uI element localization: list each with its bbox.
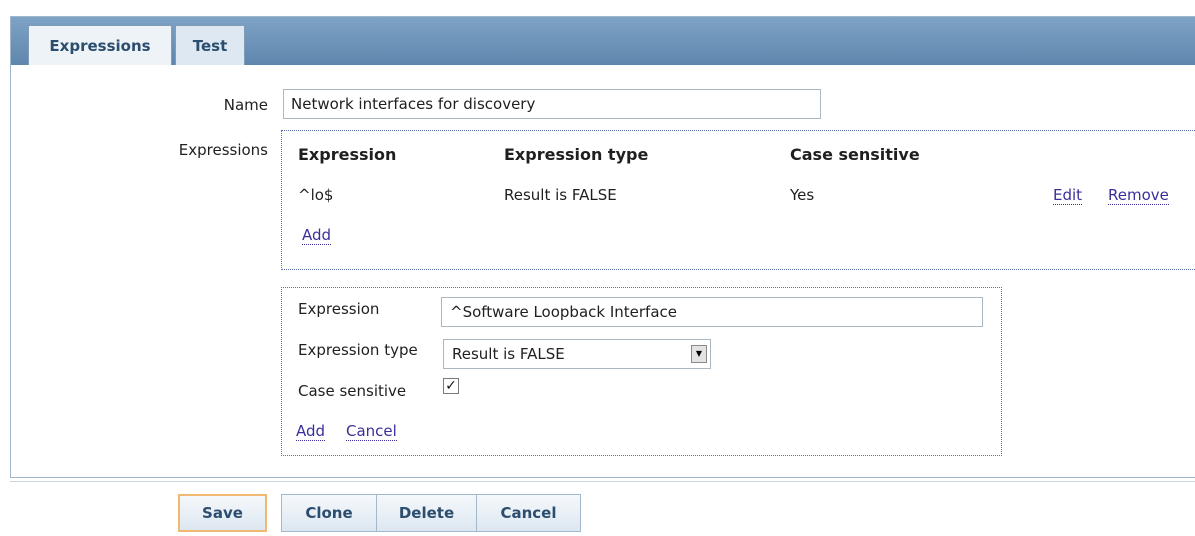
add-expression-link[interactable]: Add [302,226,332,245]
footer-divider [10,481,1195,482]
row-expression-type: Result is FALSE [504,186,617,204]
dropdown-arrow-icon[interactable]: ▼ [691,345,707,363]
row-case-sensitive: Yes [790,186,815,204]
delete-button[interactable]: Delete [376,494,477,532]
tab-bar: Expressions Test [11,17,1195,65]
header-case-sensitive: Case sensitive [790,145,920,164]
expression-input[interactable] [441,297,983,327]
name-label: Name [223,96,268,114]
header-expression-type: Expression type [504,145,649,164]
editor-add-link[interactable]: Add [296,422,326,441]
tab-expressions[interactable]: Expressions [28,25,172,65]
cancel-button[interactable]: Cancel [476,494,581,532]
tab-test[interactable]: Test [175,25,245,65]
case-sensitive-checkbox[interactable]: ✓ [443,378,459,394]
edit-link[interactable]: Edit [1053,186,1083,205]
editor-cancel-link[interactable]: Cancel [346,422,397,441]
expression-type-select[interactable]: Result is FALSE ▼ [443,339,711,369]
expression-type-value: Result is FALSE [452,345,565,363]
clone-button[interactable]: Clone [281,494,377,532]
editor-case-label: Case sensitive [298,382,407,400]
editor-type-label: Expression type [298,341,418,359]
name-input[interactable] [283,89,821,119]
editor-expression-label: Expression [298,300,380,318]
expressions-label: Expressions [178,141,268,159]
checkmark-icon: ✓ [445,378,457,394]
remove-link[interactable]: Remove [1108,186,1169,205]
save-button[interactable]: Save [178,494,267,532]
row-expression: ^lo$ [298,186,334,204]
header-expression: Expression [298,145,397,164]
